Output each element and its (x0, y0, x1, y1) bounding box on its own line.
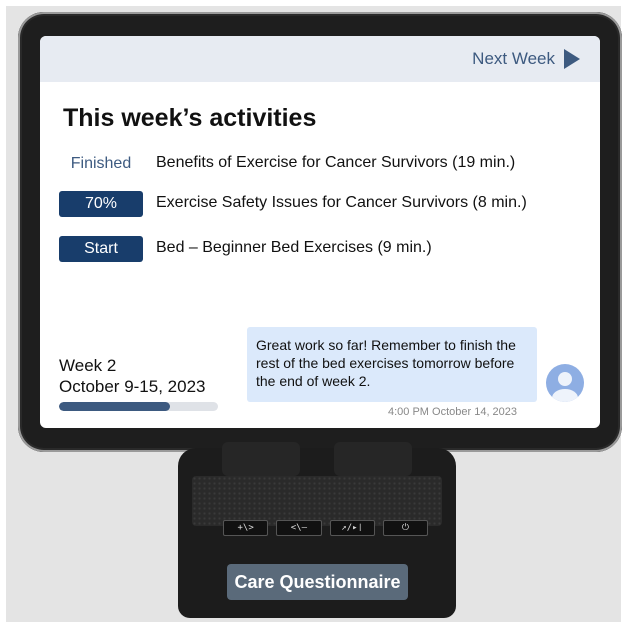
start-button[interactable]: Start (59, 236, 143, 262)
week-label: Week 2 (59, 356, 117, 375)
speaker-stand: +\> <\– ↗/▸❘ ⏻ Care Questionnaire (178, 442, 456, 618)
play-arrow-icon (564, 49, 580, 69)
message-timestamp: 4:00 PM October 14, 2023 (388, 406, 518, 418)
tablet-screen: Next Week This week’s activities Finishe… (40, 36, 600, 428)
status-progress-button[interactable]: 70% (59, 191, 143, 217)
activity-title[interactable]: Benefits of Exercise for Cancer Survivor… (156, 154, 515, 172)
activity-row: Start Bed – Beginner Bed Exercises (9 mi… (40, 235, 600, 265)
call-play-button[interactable]: ↗/▸❘ (329, 520, 375, 536)
tablet-clip-left (222, 442, 300, 476)
week-dates: October 9-15, 2023 (59, 377, 206, 396)
power-button[interactable]: ⏻ (382, 520, 428, 536)
message-bubble: Great work so far! Remember to finish th… (247, 327, 537, 402)
volume-up-button[interactable]: +\> (223, 520, 269, 536)
week-progress-fill (59, 402, 171, 411)
next-week-button[interactable]: Next Week (472, 49, 580, 69)
week-progress-bar (59, 402, 218, 411)
volume-down-button[interactable]: <\– (276, 520, 322, 536)
activity-row: 70% Exercise Safety Issues for Cancer Su… (40, 190, 600, 220)
activity-title[interactable]: Bed – Beginner Bed Exercises (9 min.) (156, 239, 432, 257)
page-title: This week’s activities (63, 104, 317, 132)
next-week-label: Next Week (472, 49, 555, 68)
activity-title[interactable]: Exercise Safety Issues for Cancer Surviv… (156, 194, 527, 212)
activity-row: Finished Benefits of Exercise for Cancer… (40, 150, 600, 180)
avatar[interactable] (546, 364, 584, 402)
status-finished[interactable]: Finished (59, 151, 143, 177)
message-text: Great work so far! Remember to finish th… (256, 337, 516, 389)
speaker-grille (192, 476, 442, 526)
user-avatar-icon (552, 372, 578, 402)
top-bar: Next Week (40, 36, 600, 82)
device-label: Care Questionnaire (227, 564, 408, 600)
tablet-clip-right (334, 442, 412, 476)
device-controls: +\> <\– ↗/▸❘ ⏻ (223, 520, 428, 536)
